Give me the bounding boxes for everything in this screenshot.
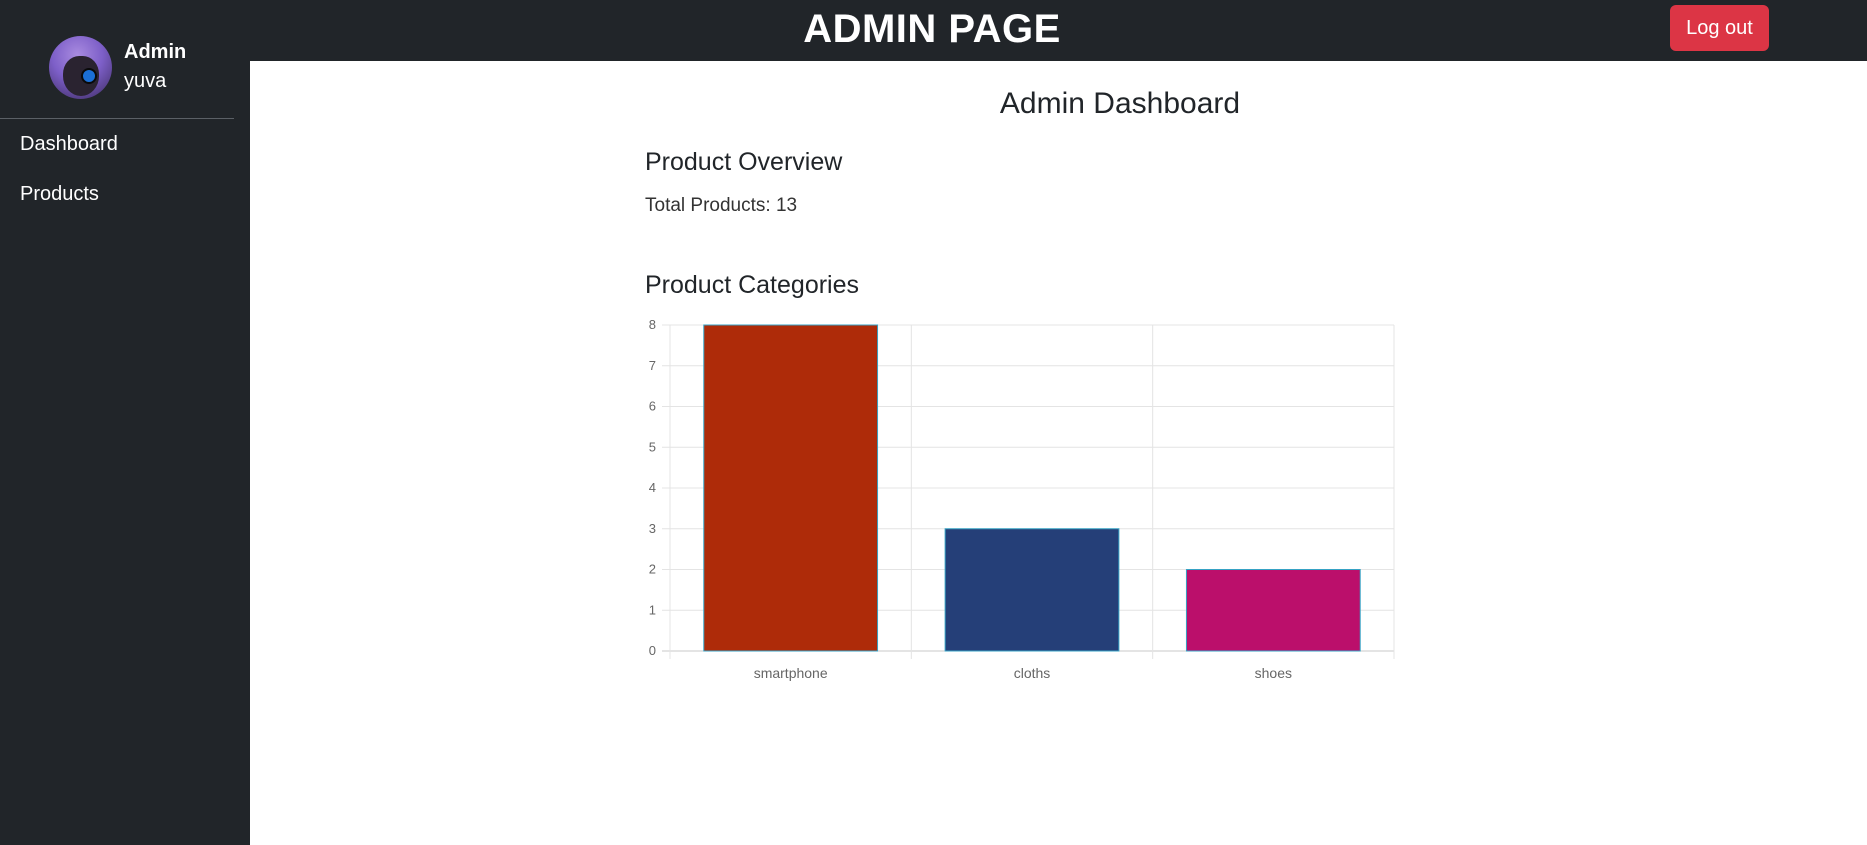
y-tick-label: 8 <box>649 317 656 332</box>
product-categories-chart: 0 1 2 3 4 5 6 7 8 smartphone cloths shoes <box>649 317 1395 681</box>
y-tick-label: 4 <box>649 480 656 495</box>
y-tick-label: 0 <box>649 643 656 658</box>
page-header-title: ADMIN PAGE <box>803 7 1061 51</box>
bar-smartphone <box>703 324 879 652</box>
sidebar-item-products[interactable]: Products <box>20 183 99 206</box>
bar-cloths <box>944 528 1120 652</box>
user-role: Admin <box>124 41 187 63</box>
y-tick-label: 6 <box>649 399 656 414</box>
logout-button[interactable]: Log out <box>1670 5 1769 51</box>
x-tick-label: smartphone <box>754 665 828 681</box>
top-header: ADMIN PAGE Log out <box>250 0 1867 61</box>
x-tick-label: shoes <box>1255 665 1292 681</box>
bar-shoes <box>1185 569 1361 652</box>
avatar-eye <box>81 68 97 84</box>
y-tick-label: 5 <box>649 439 656 454</box>
dashboard-title: Admin Dashboard <box>999 87 1241 120</box>
y-tick-label: 3 <box>649 521 656 536</box>
product-categories-heading: Product Categories <box>645 271 860 299</box>
sidebar: Admin yuva Dashboard Products <box>0 0 250 845</box>
y-tick-label: 2 <box>649 562 656 577</box>
x-tick-label: cloths <box>1014 665 1051 681</box>
sidebar-divider <box>0 118 234 119</box>
y-tick-label: 1 <box>649 602 656 617</box>
user-name: yuva <box>124 70 167 92</box>
sidebar-item-dashboard[interactable]: Dashboard <box>20 133 118 156</box>
y-tick-label: 7 <box>649 358 656 373</box>
product-overview-heading: Product Overview <box>645 148 843 176</box>
total-products-text: Total Products: 13 <box>645 195 798 216</box>
avatar <box>49 36 112 99</box>
